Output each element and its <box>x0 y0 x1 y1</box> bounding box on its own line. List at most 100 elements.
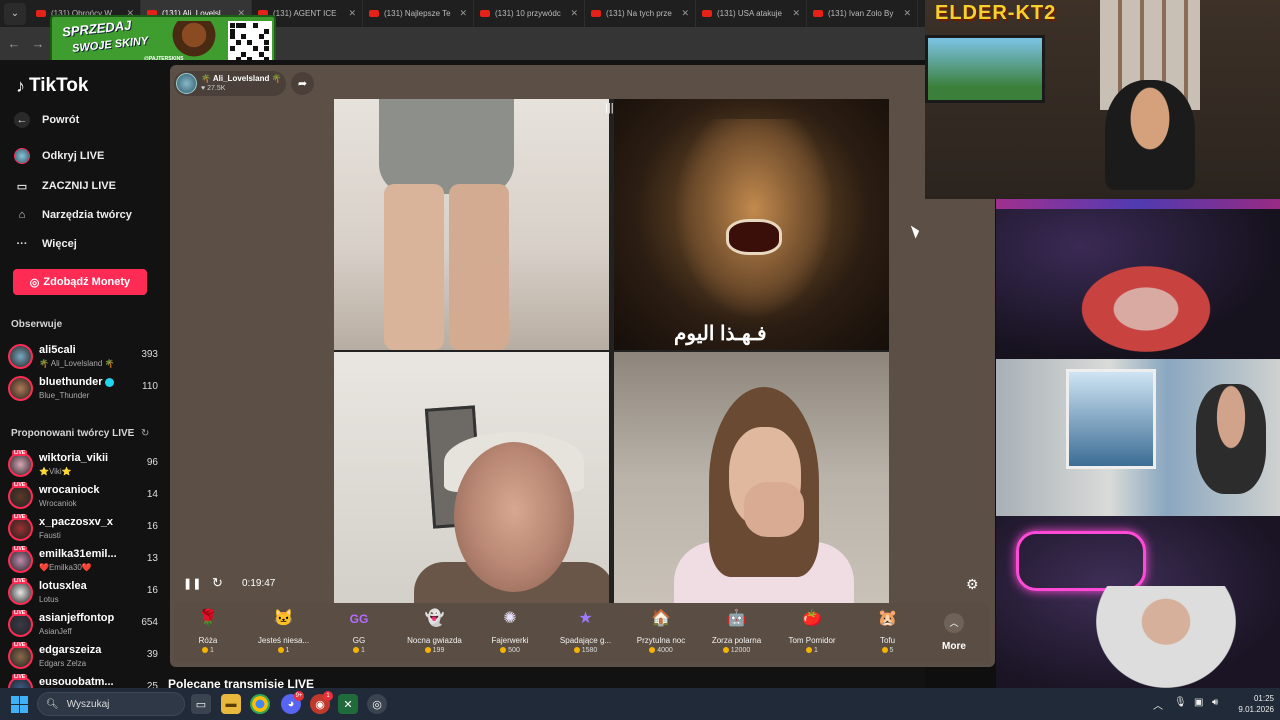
close-icon[interactable]: ✕ <box>903 8 911 19</box>
live-badge: LIVE <box>12 642 28 648</box>
gift-item[interactable]: 🐹 Tofu 5 <box>850 607 926 663</box>
close-icon[interactable]: ✕ <box>459 8 467 19</box>
sidebar-item-camera[interactable]: ▭ ZACZNIJ LIVE <box>14 178 116 194</box>
gift-item[interactable]: 🏠 Przytulna noc 4000 <box>623 607 699 663</box>
gift-item[interactable]: GG GG 1 <box>321 607 397 663</box>
browser-tab[interactable]: (131) USA atakuje ✕ <box>696 0 807 27</box>
gift-price: 199 <box>397 647 473 654</box>
search-icon: 🔍︎ <box>46 698 59 710</box>
discord-icon[interactable]: ◕ 9+ <box>281 691 304 714</box>
host-info[interactable]: 🌴 Ali_Lovelsland 🌴 ♥ 27.5K <box>174 71 286 96</box>
chrome-icon[interactable] <box>250 694 270 714</box>
qr-module <box>264 45 270 51</box>
gift-item[interactable]: 👻 Nocna gwiazda 199 <box>397 607 473 663</box>
user-name: edgarszeiza <box>39 644 101 656</box>
gift-item[interactable]: 🐱 Jesteś niesa... 1 <box>246 607 322 663</box>
gift-name: Jesteś niesa... <box>257 636 310 645</box>
user-row[interactable]: LIVE edgarszeiza Edgars Zelza 39 <box>8 642 158 674</box>
get-coins-button[interactable]: ◎ Zdobądź Monety <box>13 269 147 295</box>
banner-line-1: SPRZEDAJ <box>61 17 132 40</box>
guest-4-hand <box>744 482 804 537</box>
file-explorer-icon[interactable]: ▬ <box>221 694 241 714</box>
forward-icon[interactable]: → <box>28 33 48 53</box>
sidebar-item-home[interactable]: ⌂ Narzędzia twórcy <box>14 207 132 223</box>
tab-search-icon[interactable]: ⌄ <box>4 2 26 25</box>
multi-guest-grid[interactable]: فـهـذا اليوم <box>334 99 889 603</box>
user-display-name: Wrocaniok <box>39 499 77 508</box>
get-coins-label: Zdobądź Monety <box>43 276 131 288</box>
qr-module <box>241 51 247 57</box>
user-row[interactable]: LIVE x_paczosxv_x Fausti 16 <box>8 514 158 546</box>
close-icon[interactable]: ✕ <box>681 8 689 19</box>
system-clock[interactable]: 01:25 9.01.2026 <box>1232 693 1274 715</box>
user-row[interactable]: LIVE wiktoria_vikii ⭐Viki⭐ 96 <box>8 450 158 482</box>
obs-icon[interactable]: ◎ <box>367 694 387 714</box>
viewer-count: 16 <box>146 585 158 596</box>
gift-item[interactable]: 🌹 Róża 1 <box>170 607 246 663</box>
guest-1-leg <box>449 184 509 350</box>
user-name: asianjeffontop <box>39 612 114 624</box>
sidebar-item-live-avatar[interactable]: ● Odkryj LIVE <box>14 148 104 164</box>
excel-icon[interactable]: ✕ <box>338 694 358 714</box>
user-name-text: bluethunder <box>39 376 103 388</box>
gift-icon: ★ <box>578 610 593 627</box>
chevron-up-icon[interactable]: ︿ <box>1153 697 1163 712</box>
host-avatar <box>176 73 197 94</box>
sidebar-item-back-arrow[interactable]: ← Powrót <box>14 112 79 128</box>
user-row[interactable]: LIVE eusouobatm... 25 <box>8 674 158 688</box>
gift-item[interactable]: ★ Spadające g... 1580 <box>548 607 624 663</box>
guest-video-2[interactable]: فـهـذا اليوم <box>614 99 889 350</box>
windows-start-icon[interactable] <box>11 696 28 713</box>
more-label: More <box>942 641 966 652</box>
app-icon[interactable]: ◉ 1 <box>310 691 333 714</box>
share-icon[interactable]: ➦ <box>291 72 314 95</box>
close-icon[interactable]: ✕ <box>792 8 800 19</box>
guest-video-1[interactable] <box>334 99 609 350</box>
gift-item[interactable]: 🤖 Zorza polarna 12000 <box>699 607 775 663</box>
back-icon[interactable]: ← <box>4 33 24 53</box>
pause-icon[interactable]: ❚❚ <box>183 577 201 590</box>
user-name: wiktoria_vikii <box>39 452 108 464</box>
sidebar-item-more-dots[interactable]: ··· Więcej <box>14 236 77 252</box>
guest-video-3[interactable] <box>334 352 609 603</box>
gift-price-value: 1 <box>361 647 365 654</box>
viewer-count: 110 <box>142 381 158 392</box>
browser-tab[interactable]: (131) Ivan Zolo By ✕ <box>807 0 918 27</box>
browser-tab[interactable]: (131) 10 przywódc ✕ <box>474 0 585 27</box>
gift-name: Nocna gwiazda <box>407 636 462 645</box>
gift-icon: 🤖 <box>726 610 747 627</box>
suggested-title: Proponowani twórcy LIVE <box>11 428 135 439</box>
taskbar-search[interactable]: 🔍︎ Wyszukaj <box>37 692 185 716</box>
network-icon[interactable]: ▣ <box>1194 697 1203 708</box>
volume-icon[interactable]: 🔊︎ <box>1212 697 1218 708</box>
gift-price: 5 <box>850 647 926 654</box>
refresh-icon[interactable]: ↻ <box>212 575 223 591</box>
user-name-text: ali5cali <box>39 344 76 356</box>
user-row[interactable]: LIVE lotusxlea Lotus 16 <box>8 578 158 610</box>
settings-gear-icon[interactable]: ⚙ <box>966 576 979 593</box>
microphone-icon[interactable]: 🎙︎ <box>1174 697 1187 708</box>
guest-video-4[interactable] <box>614 352 889 603</box>
viewer-count: 39 <box>146 649 158 660</box>
user-row[interactable]: bluethunder Blue_Thunder 110 <box>8 374 158 406</box>
refresh-icon[interactable]: ↻ <box>141 428 149 439</box>
user-row[interactable]: ali5cali 🌴 Ali_Lovelsland 🌴 393 <box>8 342 158 374</box>
more-gifts-button[interactable]: ︿ More <box>938 611 970 661</box>
browser-tab[interactable]: (131) Na tych prze ✕ <box>585 0 696 27</box>
gift-item[interactable]: 🍅 Tom Pomidor 1 <box>774 607 850 663</box>
gift-name: Fajerwerki <box>491 636 529 645</box>
viewer-count: 16 <box>146 521 158 532</box>
browser-tab[interactable]: (131) Najlepsze Te ✕ <box>363 0 474 27</box>
close-icon[interactable]: ✕ <box>570 8 578 19</box>
gift-price-value: 1580 <box>581 647 598 654</box>
user-row[interactable]: LIVE emilka31emil... ❤️Emilka30❤️ 13 <box>8 546 158 578</box>
task-view-icon[interactable]: ▭ <box>191 694 211 714</box>
gift-price: 1580 <box>548 647 624 654</box>
user-row[interactable]: LIVE asianjeffontop AsianJeff 654 <box>8 610 158 642</box>
close-icon[interactable]: ✕ <box>348 8 356 19</box>
gift-price-value: 5 <box>889 647 894 654</box>
tiktok-logo[interactable]: ♪ TikTok <box>16 75 88 97</box>
gift-item[interactable]: ✺ Fajerwerki 500 <box>472 607 548 663</box>
user-row[interactable]: LIVE wrocaniock Wrocaniok 14 <box>8 482 158 514</box>
chevron-up-icon: ︿ <box>944 613 964 633</box>
